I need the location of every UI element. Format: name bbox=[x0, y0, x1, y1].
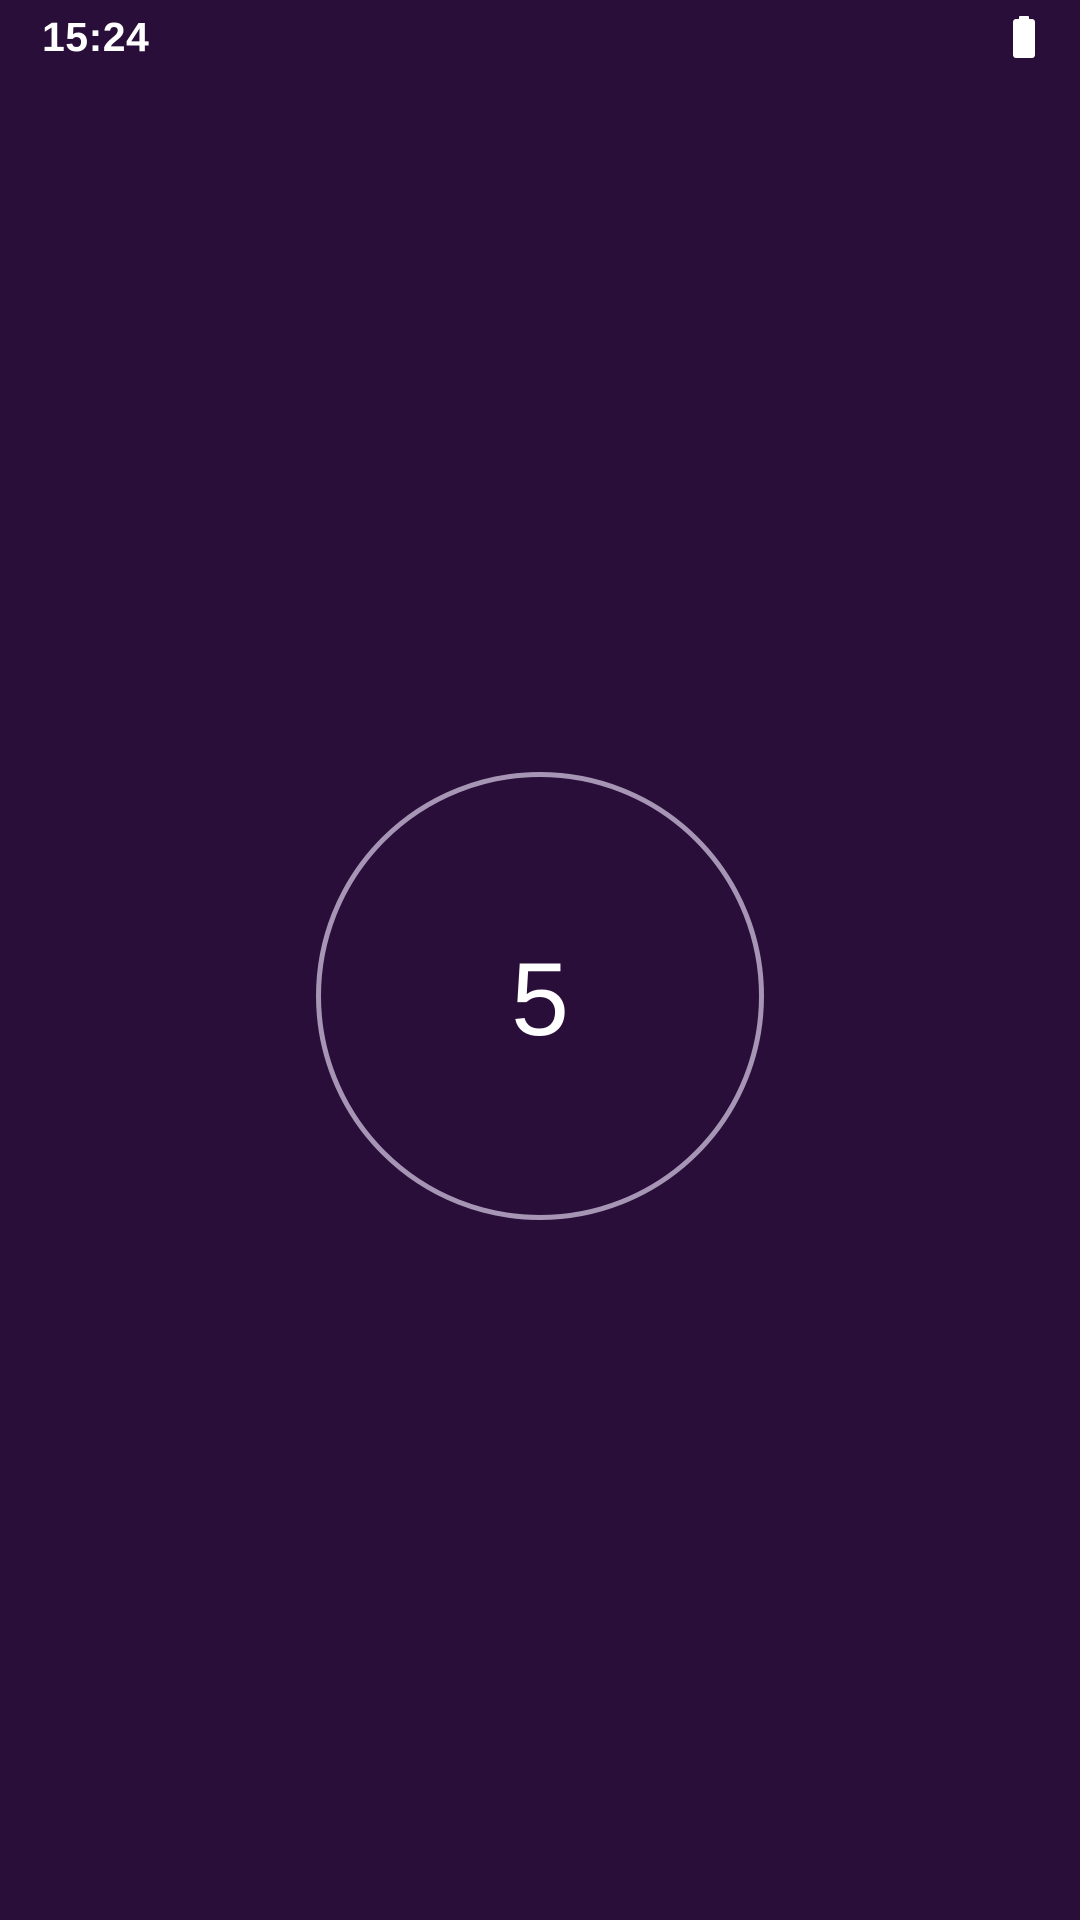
status-bar: 15:24 bbox=[0, 0, 1080, 76]
countdown-screen: 5 bbox=[0, 76, 1080, 1920]
countdown-value: 5 bbox=[511, 942, 569, 1058]
status-time: 15:24 bbox=[42, 14, 150, 60]
battery-icon bbox=[1013, 16, 1035, 58]
countdown-circle[interactable]: 5 bbox=[316, 772, 764, 1220]
